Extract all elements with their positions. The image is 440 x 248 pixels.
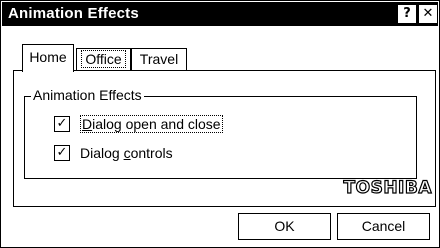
label-suffix: ialog open and close — [92, 116, 221, 132]
title-bar[interactable]: Animation Effects ? ✕ — [2, 2, 438, 26]
tab-office-label: Office — [81, 50, 126, 68]
label-accelerator: D — [82, 116, 93, 132]
cancel-button[interactable]: Cancel — [337, 213, 430, 240]
help-button[interactable]: ? — [398, 5, 416, 23]
dialog-open-close-checkbox[interactable]: ✓ — [54, 116, 70, 132]
close-button[interactable]: ✕ — [419, 5, 437, 23]
tab-office[interactable]: Office — [76, 48, 131, 71]
tab-home-label: Home — [29, 49, 67, 65]
label-prefix: Dialog — [80, 145, 124, 161]
dialog-controls-option[interactable]: ✓ Dialog controls — [30, 144, 173, 162]
window-title: Animation Effects — [8, 5, 139, 22]
tab-travel-label: Travel — [139, 51, 179, 67]
group-legend: Animation Effects — [31, 87, 144, 103]
animation-effects-group: Animation Effects — [24, 87, 417, 179]
dialog-controls-checkbox[interactable]: ✓ — [54, 145, 70, 161]
label-suffix: ontrols — [130, 145, 173, 161]
toshiba-logo: TOSHIBA — [343, 177, 432, 198]
dialog-controls-label: Dialog controls — [80, 145, 173, 161]
tab-home[interactable]: Home — [22, 44, 74, 72]
active-tab-join — [23, 69, 71, 72]
tab-travel[interactable]: Travel — [131, 48, 187, 71]
ok-button[interactable]: OK — [238, 213, 331, 240]
dialog-open-close-label: Dialog open and close — [80, 115, 223, 133]
label-accelerator: c — [123, 145, 131, 161]
dialog-open-close-option[interactable]: ✓ Dialog open and close — [30, 115, 223, 133]
